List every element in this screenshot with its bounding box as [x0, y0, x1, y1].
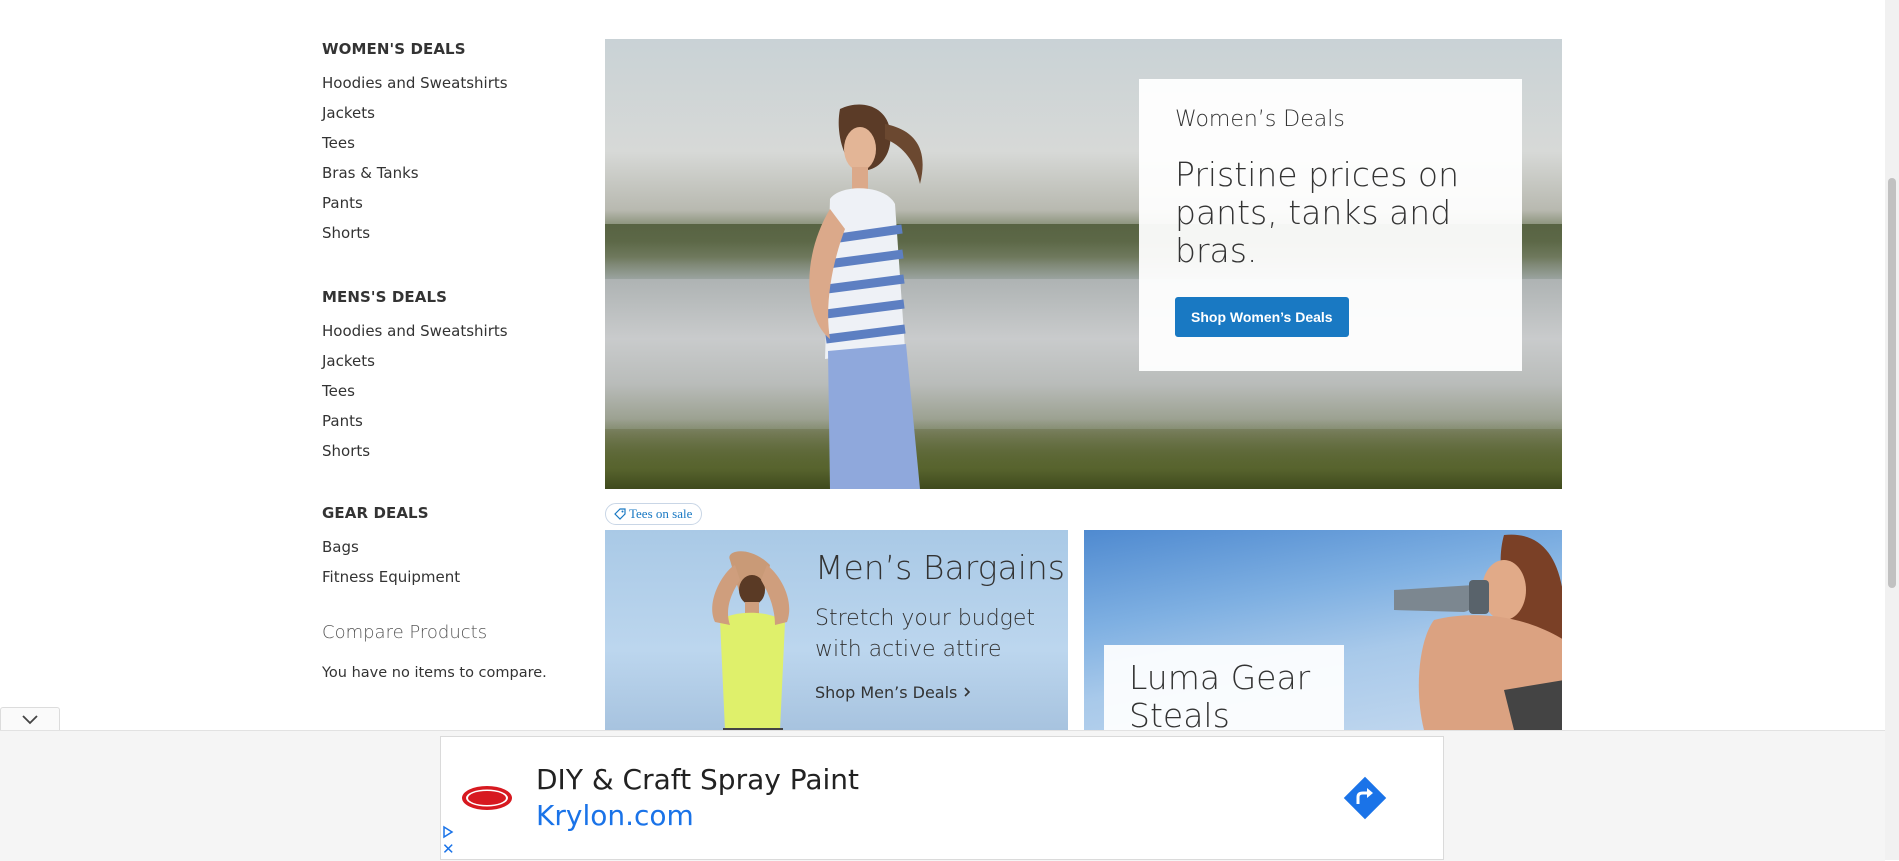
compare-products-title: Compare Products [322, 622, 488, 643]
sidebar-item-gear-fitness[interactable]: Fitness Equipment [322, 562, 572, 592]
sidebar-group-womens-deals: WOMEN'S DEALS Hoodies and Sweatshirts Ja… [322, 30, 572, 248]
man-stretching-image [712, 551, 790, 730]
sidebar-group-mens-deals: MENS'S DEALS Hoodies and Sweatshirts Jac… [322, 278, 572, 466]
close-icon[interactable]: ✕ [442, 842, 455, 857]
shop-mens-deals-label: Shop Men’s Deals [815, 683, 958, 702]
womens-deals-hero-banner[interactable]: Women’s Deals Pristine prices on pants, … [605, 39, 1562, 489]
gear-promo-card: Luma Gear Steals [1104, 645, 1344, 730]
sidebar-item-womens-pants[interactable]: Pants [322, 188, 572, 218]
sidebar-item-womens-shorts[interactable]: Shorts [322, 218, 572, 248]
compare-products-block: Compare Products You have no items to co… [322, 622, 572, 681]
chevron-right-icon [964, 687, 971, 697]
tag-label: Tees on sale [629, 506, 693, 521]
page-scrollbar[interactable] [1885, 0, 1899, 860]
arrow-turn-right-icon[interactable] [1340, 773, 1390, 823]
luma-gear-steals-promo[interactable]: Luma Gear Steals [1084, 530, 1562, 730]
krylon-logo [462, 786, 512, 810]
sidebar-item-mens-jackets[interactable]: Jackets [322, 346, 572, 376]
ad-headline[interactable]: DIY & Craft Spray Paint [536, 763, 859, 796]
sidebar-item-mens-shorts[interactable]: Shorts [322, 436, 572, 466]
runner-image [809, 104, 923, 489]
gear-promo-title: Luma Gear Steals [1129, 658, 1311, 731]
adchoices-triangle-icon[interactable] [441, 825, 455, 839]
shop-womens-deals-button[interactable]: Shop Women’s Deals [1175, 297, 1349, 337]
sidebar-heading: MENS'S DEALS [322, 288, 448, 306]
sidebar-group-gear-deals: GEAR DEALS Bags Fitness Equipment [322, 494, 572, 592]
sidebar-item-womens-hoodies[interactable]: Hoodies and Sweatshirts [322, 68, 572, 98]
compare-empty-message: You have no items to compare. [322, 665, 547, 681]
hero-eyebrow: Women’s Deals [1175, 107, 1345, 132]
woman-drinking-image [1394, 534, 1562, 730]
tees-on-sale-tag[interactable]: Tees on sale [605, 503, 703, 525]
sidebar-item-mens-hoodies[interactable]: Hoodies and Sweatshirts [322, 316, 572, 346]
chevron-down-icon [22, 715, 38, 725]
sidebar-heading: WOMEN'S DEALS [322, 40, 466, 58]
sidebar-item-gear-bags[interactable]: Bags [322, 532, 572, 562]
ad-url[interactable]: Krylon.com [536, 799, 694, 832]
hero-headline: Pristine prices on pants, tanks and bras… [1175, 155, 1459, 270]
mens-bargains-promo[interactable]: Men’s Bargains Stretch your budget with … [605, 530, 1068, 730]
sidebar-item-womens-bras-tanks[interactable]: Bras & Tanks [322, 158, 572, 188]
sidebar-item-womens-jackets[interactable]: Jackets [322, 98, 572, 128]
sidebar-heading: GEAR DEALS [322, 504, 429, 522]
hero-grass [605, 419, 1562, 489]
sidebar-item-mens-tees[interactable]: Tees [322, 376, 572, 406]
sidebar-item-womens-tees[interactable]: Tees [322, 128, 572, 158]
shop-mens-deals-link[interactable]: Shop Men’s Deals [815, 683, 1065, 702]
scrollbar-thumb[interactable] [1888, 178, 1896, 588]
price-tag-icon [614, 508, 626, 520]
deals-sidebar: WOMEN'S DEALS Hoodies and Sweatshirts Ja… [322, 30, 572, 681]
hero-promo-card: Women’s Deals Pristine prices on pants, … [1139, 79, 1522, 371]
sidebar-item-mens-pants[interactable]: Pants [322, 406, 572, 436]
ad-collapse-toggle[interactable] [0, 707, 60, 732]
krylon-ad[interactable]: DIY & Craft Spray Paint Krylon.com ✕ [440, 736, 1444, 860]
mens-promo-title: Men’s Bargains [815, 548, 1065, 587]
mens-promo-subtitle: Stretch your budget with active attire [815, 606, 1036, 662]
